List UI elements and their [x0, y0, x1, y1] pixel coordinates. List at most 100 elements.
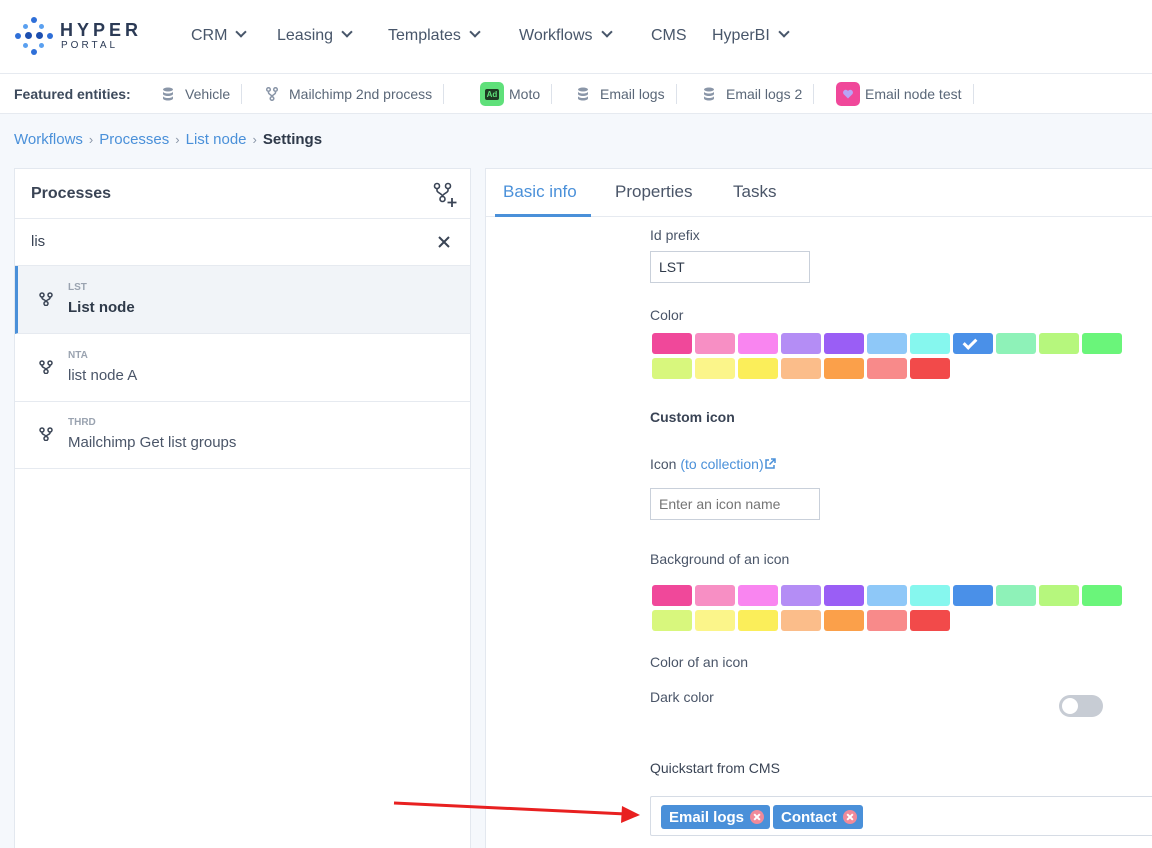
logo-text-hyper: HYPER [60, 20, 143, 40]
breadcrumb-processes[interactable]: Processes [99, 131, 169, 148]
breadcrumb-list-node[interactable]: List node [186, 131, 247, 148]
heart-badge-icon [836, 82, 860, 106]
color-swatch[interactable] [824, 358, 864, 379]
color-swatch[interactable] [781, 358, 821, 379]
process-icon [265, 87, 279, 101]
color-label: Color [650, 307, 684, 323]
color-swatch[interactable] [867, 585, 907, 606]
color-swatch[interactable] [652, 610, 692, 631]
tag-email-logs[interactable]: Email logs [661, 805, 771, 829]
color-swatch[interactable] [781, 585, 821, 606]
top-navigation: HYPER PORTAL CRM Leasing Templates Workf… [0, 0, 1152, 74]
icon-label: Icon (to collection) [650, 456, 776, 472]
color-swatch[interactable] [738, 333, 778, 354]
annotation-arrow [393, 801, 640, 823]
active-tab-indicator [495, 214, 591, 217]
process-code: THRD [68, 417, 96, 428]
color-swatch[interactable] [1082, 333, 1122, 354]
color-swatch[interactable] [953, 333, 993, 354]
logo-mark-icon [14, 16, 54, 56]
color-swatch[interactable] [695, 333, 735, 354]
dark-color-toggle[interactable] [1059, 695, 1103, 717]
color-swatch[interactable] [695, 610, 735, 631]
color-swatch[interactable] [738, 585, 778, 606]
quickstart-cms-select[interactable]: Email logs Contact [650, 796, 1152, 836]
color-swatch[interactable] [781, 333, 821, 354]
color-swatch[interactable] [738, 358, 778, 379]
color-palette [652, 333, 1127, 381]
process-item-mailchimp-get-list-groups[interactable]: THRD Mailchimp Get list groups [15, 401, 470, 469]
featured-item-email-logs-2[interactable]: Email logs 2 [702, 80, 815, 108]
hyperportal-logo[interactable]: HYPER PORTAL [14, 16, 144, 58]
tab-properties[interactable]: Properties [615, 182, 692, 202]
nav-workflows[interactable]: Workflows [519, 26, 613, 45]
color-swatch[interactable] [867, 333, 907, 354]
icon-name-input[interactable] [650, 488, 820, 520]
close-icon[interactable] [436, 234, 452, 250]
processes-title: Processes [31, 185, 112, 202]
color-swatch[interactable] [910, 333, 950, 354]
remove-tag-icon[interactable] [842, 810, 857, 824]
color-swatch[interactable] [1082, 585, 1122, 606]
color-swatch[interactable] [953, 585, 993, 606]
id-prefix-input[interactable]: LST [650, 251, 810, 283]
color-swatch[interactable] [781, 610, 821, 631]
breadcrumb-workflows[interactable]: Workflows [14, 131, 83, 148]
color-swatch[interactable] [910, 610, 950, 631]
chevron-down-icon [469, 26, 481, 38]
background-of-icon-label: Background of an icon [650, 551, 790, 567]
color-swatch[interactable] [824, 585, 864, 606]
color-swatch[interactable] [910, 358, 950, 379]
tag-contact[interactable]: Contact [773, 805, 863, 829]
background-palette [652, 585, 1127, 633]
external-link-icon[interactable] [764, 458, 776, 470]
featured-item-moto[interactable]: Ad Moto [480, 80, 553, 108]
processes-panel: Processes lis LST List node NTA list nod… [14, 168, 471, 848]
color-swatch[interactable] [996, 585, 1036, 606]
to-collection-link[interactable]: (to collection) [680, 456, 763, 472]
chevron-down-icon [235, 26, 248, 38]
tab-tasks[interactable]: Tasks [733, 182, 776, 202]
featured-item-mailchimp-2nd-process[interactable]: Mailchimp 2nd process [265, 80, 445, 108]
color-swatch[interactable] [824, 610, 864, 631]
color-swatch[interactable] [867, 610, 907, 631]
color-swatch[interactable] [824, 333, 864, 354]
nav-hyperbi[interactable]: HyperBI [712, 26, 790, 45]
process-item-list-node[interactable]: LST List node [15, 266, 470, 334]
color-swatch[interactable] [867, 358, 907, 379]
color-swatch[interactable] [738, 610, 778, 631]
featured-item-vehicle[interactable]: Vehicle [161, 80, 243, 108]
tab-basic-info[interactable]: Basic info [503, 182, 577, 202]
process-icon [39, 360, 53, 374]
color-swatch[interactable] [652, 333, 692, 354]
database-icon [576, 87, 590, 101]
processes-panel-header: Processes [15, 169, 470, 219]
add-process-button[interactable] [432, 182, 458, 208]
nav-leasing[interactable]: Leasing [277, 26, 353, 45]
color-swatch[interactable] [1039, 585, 1079, 606]
color-swatch[interactable] [652, 358, 692, 379]
color-swatch[interactable] [652, 585, 692, 606]
remove-tag-icon[interactable] [750, 810, 765, 824]
dark-color-label: Dark color [650, 689, 714, 705]
color-swatch[interactable] [1039, 333, 1079, 354]
color-swatch[interactable] [910, 585, 950, 606]
nav-cms[interactable]: CMS [651, 27, 687, 45]
process-item-list-node-a[interactable]: NTA list node A [15, 334, 470, 402]
featured-item-email-node-test[interactable]: Email node test [836, 80, 974, 108]
id-prefix-label: Id prefix [650, 227, 700, 243]
featured-entities-label: Featured entities: [14, 86, 131, 102]
custom-icon-label: Custom icon [650, 409, 735, 425]
color-swatch[interactable] [695, 585, 735, 606]
process-code: NTA [68, 350, 88, 361]
color-swatch[interactable] [695, 358, 735, 379]
process-search-input[interactable]: lis [31, 233, 45, 250]
chevron-down-icon [341, 26, 353, 38]
process-name: List node [68, 299, 135, 316]
process-search[interactable]: lis [15, 219, 470, 266]
nav-templates[interactable]: Templates [388, 26, 481, 45]
color-swatch[interactable] [996, 333, 1036, 354]
ad-badge-icon: Ad [480, 82, 504, 106]
featured-item-email-logs[interactable]: Email logs [576, 80, 677, 108]
nav-crm[interactable]: CRM [191, 26, 248, 45]
